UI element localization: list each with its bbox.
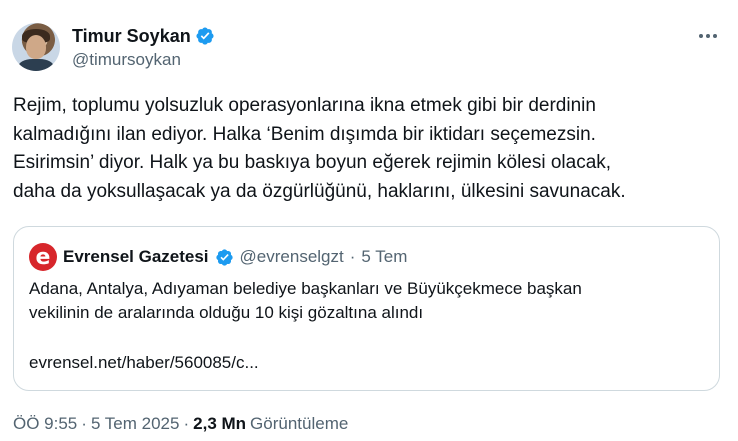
quoted-tweet-link[interactable]: evrensel.net/haber/560085/c...: [29, 351, 259, 375]
quoted-tweet-card[interactable]: e Evrensel Gazetesi @evrenselgzt · 5 Tem…: [13, 226, 720, 391]
quoted-tweet-time[interactable]: 5 Tem: [361, 247, 407, 267]
tweet-text: Rejim, toplumu yolsuzluk operasyonlarına…: [13, 95, 626, 202]
avatar-body: [18, 59, 54, 71]
evrensel-logo-avatar[interactable]: e: [29, 243, 57, 271]
avatar[interactable]: [12, 23, 60, 71]
tweet-date[interactable]: 5 Tem 2025: [91, 414, 180, 434]
verified-badge-icon: [196, 27, 214, 45]
quoted-author-handle[interactable]: @evrenselgzt: [240, 247, 344, 267]
tweet-time[interactable]: ÖÖ 9:55: [13, 414, 77, 434]
quoted-tweet-header: e Evrensel Gazetesi @evrenselgzt · 5 Tem: [29, 243, 407, 271]
tweet-header: Timur Soykan @timursoykan: [12, 20, 722, 76]
quoted-tweet-text: Adana, Antalya, Adıyaman belediye başkan…: [29, 279, 582, 322]
tweet[interactable]: Timur Soykan @timursoykan Rejim, toplumu…: [0, 0, 738, 441]
avatar-face: [26, 35, 46, 59]
quoted-author-name[interactable]: Evrensel Gazetesi: [63, 247, 209, 267]
separator-dot: ·: [81, 414, 87, 433]
separator-dot: ·: [183, 414, 190, 433]
views-count[interactable]: 2,3 Mn: [193, 414, 246, 434]
dot: [699, 34, 703, 38]
more-dots-icon[interactable]: [696, 26, 720, 46]
author-handle[interactable]: @timursoykan: [72, 50, 181, 70]
author-name-row: Timur Soykan: [72, 24, 215, 48]
author-display-name[interactable]: Timur Soykan: [72, 26, 191, 47]
separator-dot: ·: [349, 247, 356, 266]
dot: [713, 34, 717, 38]
dot: [706, 34, 710, 38]
tweet-meta: ÖÖ 9:55 · 5 Tem 2025 · 2,3 Mn Görüntülem…: [13, 414, 348, 434]
verified-badge-icon: [215, 248, 233, 266]
views-label: Görüntüleme: [250, 414, 349, 433]
